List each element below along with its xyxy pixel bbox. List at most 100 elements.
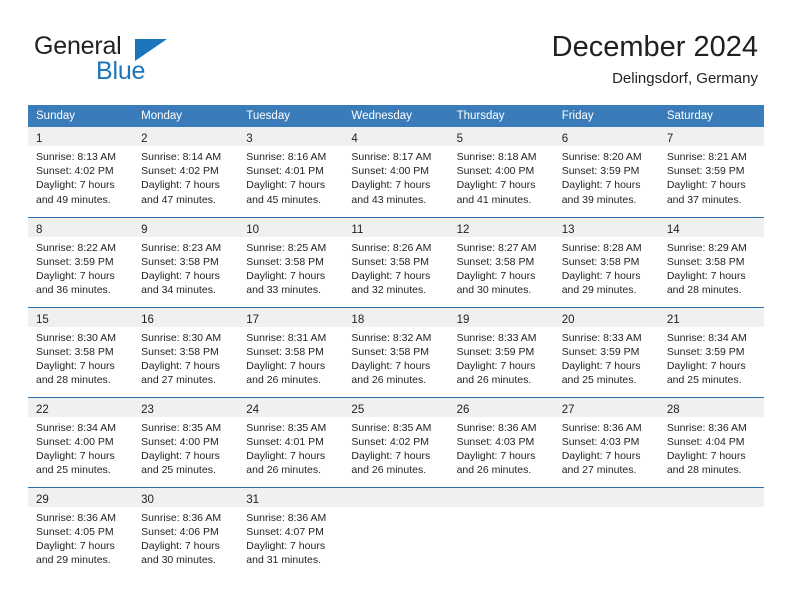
weekday-header-monday: Monday bbox=[133, 105, 239, 127]
sunset-time: Sunset: 3:58 PM bbox=[36, 345, 114, 358]
daylight-duration-line2: and 33 minutes. bbox=[246, 284, 321, 297]
calendar-day-cell: 20 Sunrise: 8:33 AM Sunset: 3:59 PM Dayligh… bbox=[553, 306, 659, 397]
weekday-header-thursday: Thursday bbox=[448, 105, 554, 127]
sunrise-time: Sunrise: 8:35 AM bbox=[141, 421, 222, 434]
day-number: 1 bbox=[36, 133, 43, 145]
day-cell-11[interactable]: 11 Sunrise: 8:26 AM Sunset: 3:58 PM Dayligh… bbox=[343, 217, 449, 306]
day-cell-1[interactable]: 1 Sunrise: 8:13 AM Sunset: 4:02 PM Daylight… bbox=[28, 127, 134, 215]
calendar-body: 1 Sunrise: 8:13 AM Sunset: 4:02 PM Daylight… bbox=[28, 127, 764, 577]
sunset-time: Sunset: 4:04 PM bbox=[666, 435, 745, 448]
calendar-day-cell: 15 Sunrise: 8:30 AM Sunset: 3:58 PM Dayligh… bbox=[28, 306, 134, 397]
day-details: Sunrise: 8:29 AM Sunset: 3:58 PM Daylight:… bbox=[659, 237, 764, 298]
day-details: Sunrise: 8:16 AM Sunset: 4:01 PM Daylight:… bbox=[238, 146, 343, 207]
calendar-day-cell: 18 Sunrise: 8:32 AM Sunset: 3:58 PM Dayligh… bbox=[343, 306, 449, 397]
sunset-time: Sunset: 3:59 PM bbox=[36, 255, 114, 268]
day-cell-12[interactable]: 12 Sunrise: 8:27 AM Sunset: 3:58 PM Dayligh… bbox=[448, 217, 554, 306]
daylight-duration-line2: and 47 minutes. bbox=[141, 193, 216, 206]
day-cell-27[interactable]: 27 Sunrise: 8:36 AM Sunset: 4:03 PM Dayligh… bbox=[553, 397, 659, 486]
calendar-table: Sunday Monday Tuesday Wednesday Thursday Frid… bbox=[28, 105, 764, 577]
day-details: Sunrise: 8:35 AM Sunset: 4:01 PM Daylight:… bbox=[238, 417, 343, 478]
day-details: Sunrise: 8:20 AM Sunset: 3:59 PM Daylight:… bbox=[554, 146, 659, 207]
day-cell-17[interactable]: 17 Sunrise: 8:31 AM Sunset: 3:58 PM Dayligh… bbox=[238, 307, 344, 396]
day-cell-9[interactable]: 9 Sunrise: 8:23 AM Sunset: 3:58 PM Daylight… bbox=[133, 217, 239, 306]
day-cell-20[interactable]: 20 Sunrise: 8:33 AM Sunset: 3:59 PM Dayligh… bbox=[553, 307, 659, 396]
day-number-band: 3 bbox=[238, 127, 344, 146]
day-cell-10[interactable]: 10 Sunrise: 8:25 AM Sunset: 3:58 PM Dayligh… bbox=[238, 217, 344, 306]
day-cell-4[interactable]: 4 Sunrise: 8:17 AM Sunset: 4:00 PM Daylight… bbox=[343, 127, 449, 215]
calendar-day-cell: 11 Sunrise: 8:26 AM Sunset: 3:58 PM Dayligh… bbox=[343, 216, 449, 307]
brand-name-general: General bbox=[34, 32, 122, 60]
day-cell-18[interactable]: 18 Sunrise: 8:32 AM Sunset: 3:58 PM Dayligh… bbox=[343, 307, 449, 396]
sunset-time: Sunset: 4:00 PM bbox=[141, 435, 219, 448]
sunrise-time: Sunrise: 8:36 AM bbox=[141, 511, 222, 524]
day-cell-6[interactable]: 6 Sunrise: 8:20 AM Sunset: 3:59 PM Daylight… bbox=[553, 127, 659, 215]
day-cell-21[interactable]: 21 Sunrise: 8:34 AM Sunset: 3:59 PM Dayligh… bbox=[658, 307, 764, 396]
calendar-day-cell: 1 Sunrise: 8:13 AM Sunset: 4:02 PM Daylight… bbox=[28, 127, 134, 217]
sunset-time: Sunset: 4:02 PM bbox=[36, 165, 114, 178]
day-cell-3[interactable]: 3 Sunrise: 8:16 AM Sunset: 4:01 PM Daylight… bbox=[238, 127, 344, 215]
daylight-duration-line1: Daylight: 7 hours bbox=[561, 269, 641, 282]
day-number: 10 bbox=[246, 223, 260, 236]
day-number-band: 14 bbox=[658, 217, 764, 237]
sunset-time: Sunset: 3:58 PM bbox=[561, 255, 640, 268]
day-details: Sunrise: 8:22 AM Sunset: 3:59 PM Daylight:… bbox=[28, 237, 133, 298]
day-cell-31[interactable]: 31 Sunrise: 8:36 AM Sunset: 4:07 PM Dayligh… bbox=[238, 487, 344, 576]
daylight-duration-line2: and 26 minutes. bbox=[246, 464, 321, 477]
day-number: 8 bbox=[36, 223, 43, 236]
day-cell-30[interactable]: 30 Sunrise: 8:36 AM Sunset: 4:06 PM Dayligh… bbox=[133, 487, 239, 576]
day-number-band: 15 bbox=[28, 307, 134, 327]
day-number: 3 bbox=[246, 133, 253, 145]
day-cell-16[interactable]: 16 Sunrise: 8:30 AM Sunset: 3:58 PM Dayligh… bbox=[133, 307, 239, 396]
sunrise-time: Sunrise: 8:30 AM bbox=[36, 331, 116, 344]
day-cell-5[interactable]: 5 Sunrise: 8:18 AM Sunset: 4:00 PM Daylight… bbox=[448, 127, 554, 215]
daylight-duration-line2: and 39 minutes. bbox=[561, 193, 637, 206]
day-cell-23[interactable]: 23 Sunrise: 8:35 AM Sunset: 4:00 PM Dayligh… bbox=[133, 397, 239, 486]
calendar-page: General Blue December 2024 Delingsdorf, … bbox=[0, 0, 792, 612]
daylight-duration-line2: and 37 minutes. bbox=[666, 193, 742, 206]
day-cell-29[interactable]: 29 Sunrise: 8:36 AM Sunset: 4:05 PM Dayligh… bbox=[28, 487, 134, 576]
day-cell-19[interactable]: 19 Sunrise: 8:33 AM Sunset: 3:59 PM Dayligh… bbox=[448, 307, 554, 396]
day-cell-2[interactable]: 2 Sunrise: 8:14 AM Sunset: 4:02 PM Daylight… bbox=[133, 127, 239, 215]
daylight-duration-line1: Daylight: 7 hours bbox=[36, 539, 115, 552]
day-details: Sunrise: 8:33 AM Sunset: 3:59 PM Daylight:… bbox=[449, 327, 554, 388]
sunrise-time: Sunrise: 8:33 AM bbox=[561, 331, 642, 344]
sunset-time: Sunset: 4:01 PM bbox=[246, 435, 324, 448]
calendar-day-cell bbox=[553, 486, 659, 577]
day-cell-25[interactable]: 25 Sunrise: 8:35 AM Sunset: 4:02 PM Dayligh… bbox=[343, 397, 449, 486]
day-cell-22[interactable]: 22 Sunrise: 8:34 AM Sunset: 4:00 PM Dayligh… bbox=[28, 397, 134, 486]
day-details: Sunrise: 8:36 AM Sunset: 4:05 PM Daylight:… bbox=[28, 507, 133, 568]
daylight-duration-line2: and 25 minutes. bbox=[561, 374, 637, 387]
daylight-duration-line2: and 49 minutes. bbox=[36, 193, 111, 206]
daylight-duration-line1: Daylight: 7 hours bbox=[141, 539, 220, 552]
day-number-band: 5 bbox=[448, 127, 554, 146]
sunrise-time: Sunrise: 8:35 AM bbox=[351, 421, 432, 434]
day-cell-15[interactable]: 15 Sunrise: 8:30 AM Sunset: 3:58 PM Dayligh… bbox=[28, 307, 134, 396]
daylight-duration-line2: and 25 minutes. bbox=[36, 464, 111, 477]
day-cell-24[interactable]: 24 Sunrise: 8:35 AM Sunset: 4:01 PM Dayligh… bbox=[238, 397, 344, 486]
daylight-duration-line2: and 26 minutes. bbox=[456, 464, 532, 477]
day-cell-14[interactable]: 14 Sunrise: 8:29 AM Sunset: 3:58 PM Dayligh… bbox=[658, 217, 764, 306]
day-cell-7[interactable]: 7 Sunrise: 8:21 AM Sunset: 3:59 PM Daylight… bbox=[658, 127, 764, 215]
day-number: 9 bbox=[141, 223, 148, 236]
day-number-band: 24 bbox=[238, 397, 344, 417]
day-number: 11 bbox=[351, 223, 364, 236]
daylight-duration-line1: Daylight: 7 hours bbox=[351, 359, 431, 372]
day-number: 25 bbox=[351, 403, 365, 416]
brand-logo[interactable]: General Blue bbox=[34, 32, 254, 94]
calendar-day-cell bbox=[658, 486, 764, 577]
daylight-duration-line1: Daylight: 7 hours bbox=[246, 539, 326, 552]
day-details: Sunrise: 8:36 AM Sunset: 4:03 PM Daylight:… bbox=[449, 417, 554, 478]
day-cell-26[interactable]: 26 Sunrise: 8:36 AM Sunset: 4:03 PM Dayligh… bbox=[448, 397, 554, 486]
sunset-time: Sunset: 4:02 PM bbox=[141, 165, 219, 178]
calendar-day-cell: 8 Sunrise: 8:22 AM Sunset: 3:59 PM Daylight… bbox=[28, 216, 134, 307]
day-details: Sunrise: 8:30 AM Sunset: 3:58 PM Daylight:… bbox=[133, 327, 238, 388]
sunset-time: Sunset: 4:07 PM bbox=[246, 525, 324, 538]
day-cell-28[interactable]: 28 Sunrise: 8:36 AM Sunset: 4:04 PM Dayligh… bbox=[658, 397, 764, 486]
day-cell-8[interactable]: 8 Sunrise: 8:22 AM Sunset: 3:59 PM Daylight… bbox=[28, 217, 134, 306]
day-cell-13[interactable]: 13 Sunrise: 8:28 AM Sunset: 3:58 PM Dayligh… bbox=[553, 217, 659, 306]
sunset-time: Sunset: 4:02 PM bbox=[351, 435, 430, 448]
day-number-band: 28 bbox=[658, 397, 764, 417]
day-details: Sunrise: 8:32 AM Sunset: 3:58 PM Daylight:… bbox=[343, 327, 448, 388]
day-details: Sunrise: 8:30 AM Sunset: 3:58 PM Daylight:… bbox=[28, 327, 133, 388]
sunset-time: Sunset: 4:01 PM bbox=[246, 165, 324, 178]
